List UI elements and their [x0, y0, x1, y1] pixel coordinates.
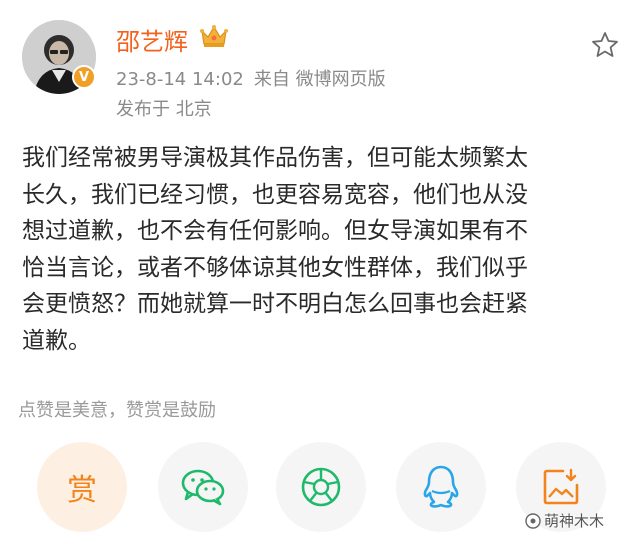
reward-button[interactable]: 赏 [37, 442, 127, 532]
post-body: 我们经常被男导演极其作品伤害，但可能太频繁太 长久，我们已经习惯，也更容易宽容，… [22, 140, 622, 359]
post-location: 发布于 北京 [116, 99, 212, 120]
wechat-icon [181, 469, 225, 506]
qq-icon [423, 465, 459, 508]
watermark-logo-icon [525, 512, 541, 529]
post-line: 恰当言论，或者不够体谅其他女性群体，我们似乎 [22, 254, 528, 281]
share-qq-button[interactable] [396, 442, 486, 532]
reward-button-label: 赏 [67, 473, 97, 508]
favorite-star-icon[interactable] [590, 30, 620, 60]
post-time: 23-8-14 14:02 [116, 69, 244, 90]
username[interactable]: 邵艺辉 [116, 22, 188, 57]
post-line: 长久，我们已经习惯，也更容易宽容，他们也从没 [22, 181, 528, 208]
share-wechat-button[interactable] [158, 442, 248, 532]
post-line: 想过道歉，也不会有任何影响。但女导演如果有不 [22, 218, 528, 244]
post-source: 来自 微博网页版 [253, 69, 386, 90]
watermark: 萌神木木 [525, 510, 604, 531]
save-image-icon [543, 468, 579, 505]
share-moments-button[interactable] [276, 442, 366, 532]
post-line: 我们经常被男导演极其作品伤害，但可能太频繁太 [22, 145, 528, 171]
post-line: 道歉。 [22, 327, 91, 354]
crown-icon [200, 25, 228, 47]
moments-icon [301, 467, 341, 507]
verified-badge: V [72, 65, 96, 89]
watermark-text: 萌神木木 [544, 512, 605, 530]
post-line: 会更愤怒？而她就算一时不明白怎么回事也会赶紧 [22, 291, 528, 317]
post-meta: 23-8-14 14:02 来自 微博网页版 [116, 65, 386, 91]
reward-caption: 点赞是美意，赞赏是鼓励 [18, 400, 216, 421]
